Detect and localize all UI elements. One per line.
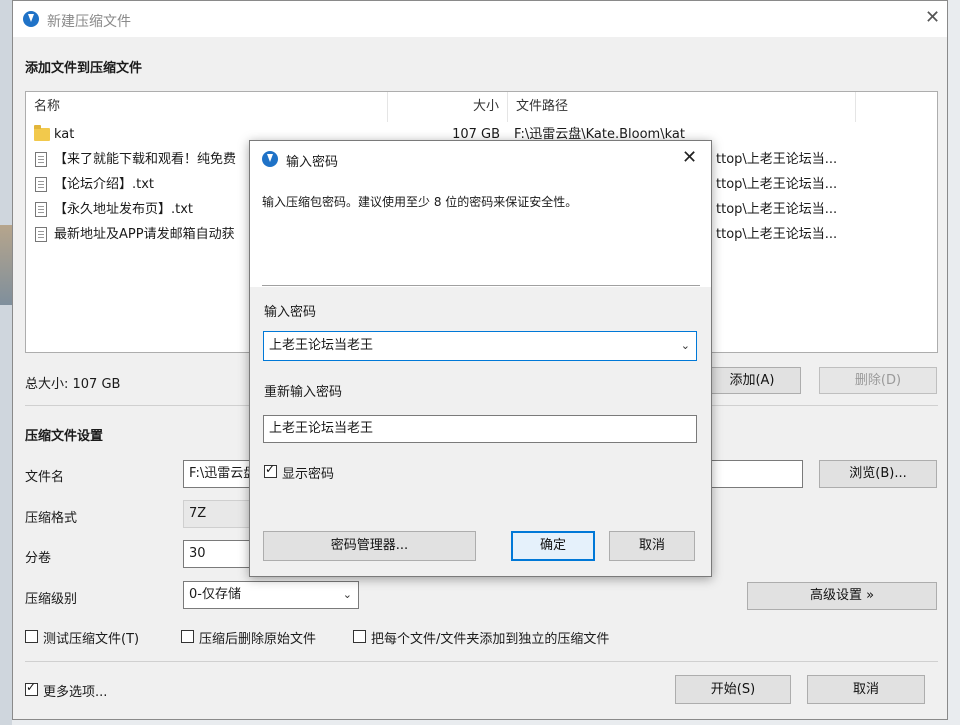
column-header-size[interactable]: 大小: [388, 92, 508, 122]
more-options-checkbox[interactable]: [25, 680, 38, 696]
close-icon[interactable]: ✕: [682, 147, 697, 168]
password-dialog: 输入密码 ✕ 输入压缩包密码。建议使用至少 8 位的密码来保证安全性。 输入密码…: [249, 140, 712, 577]
app-logo-icon: [23, 11, 39, 27]
filename-label: 文件名: [25, 470, 65, 485]
delete-originals-label: 压缩后删除原始文件: [199, 632, 317, 647]
dialog-description: 输入压缩包密码。建议使用至少 8 位的密码来保证安全性。: [262, 195, 578, 209]
more-options-label: 更多选项...: [43, 685, 108, 700]
file-path: ttop\上老王论坛当...: [716, 177, 838, 192]
add-files-heading: 添加文件到压缩文件: [25, 61, 143, 76]
confirm-password-label: 重新输入密码: [264, 385, 343, 400]
folder-icon: [34, 125, 50, 141]
desktop-background: [0, 0, 12, 725]
level-label: 压缩级别: [25, 592, 78, 607]
password-input[interactable]: 上老王论坛当老王 ⌄: [263, 331, 697, 361]
password-manager-button[interactable]: 密码管理器...: [263, 531, 476, 561]
window-title: 新建压缩文件: [47, 14, 131, 30]
show-password-label: 显示密码: [282, 467, 335, 482]
title-bar[interactable]: 新建压缩文件 ✕: [13, 1, 947, 37]
app-logo-icon: [262, 151, 278, 167]
test-archive-checkbox[interactable]: [25, 630, 38, 643]
file-name: 【来了就能下载和观看！纯免费: [54, 152, 237, 167]
dialog-divider: [262, 285, 700, 286]
ok-button[interactable]: 确定: [511, 531, 595, 561]
chevron-down-icon[interactable]: ⌄: [681, 332, 690, 360]
file-name: 最新地址及APP请发邮箱自动获: [54, 227, 235, 242]
column-header-name[interactable]: 名称: [26, 92, 388, 122]
format-label: 压缩格式: [25, 511, 78, 526]
cancel-button[interactable]: 取消: [807, 675, 925, 704]
confirm-password-input[interactable]: 上老王论坛当老王: [263, 415, 697, 443]
file-name: 【永久地址发布页】.txt: [54, 202, 194, 217]
dialog-title-bar[interactable]: 输入密码 ✕: [250, 141, 711, 177]
start-button[interactable]: 开始(S): [675, 675, 791, 704]
dialog-cancel-button[interactable]: 取消: [609, 531, 695, 561]
footer-divider: [25, 661, 938, 662]
file-name: 【论坛介绍】.txt: [54, 177, 155, 192]
text-file-icon: [35, 227, 47, 242]
text-file-icon: [35, 152, 47, 167]
show-password-checkbox[interactable]: [264, 462, 277, 478]
chevron-down-icon: ⌄: [342, 588, 352, 601]
password-label: 输入密码: [264, 305, 317, 320]
delete-button[interactable]: 删除(D): [819, 367, 937, 394]
file-path: ttop\上老王论坛当...: [716, 202, 838, 217]
compression-level-select[interactable]: 0-仅存储 ⌄: [183, 581, 359, 609]
password-value: 上老王论坛当老王: [269, 338, 374, 353]
test-archive-label: 测试压缩文件(T): [43, 632, 140, 647]
desktop-wallpaper-fragment: [0, 225, 12, 305]
file-path: ttop\上老王论坛当...: [716, 227, 838, 242]
browse-button[interactable]: 浏览(B)...: [819, 460, 937, 488]
text-file-icon: [35, 177, 47, 192]
separate-archives-label: 把每个文件/文件夹添加到独立的压缩文件: [371, 632, 610, 647]
dialog-description-area: 输入压缩包密码。建议使用至少 8 位的密码来保证安全性。: [250, 177, 711, 287]
text-file-icon: [35, 202, 47, 217]
add-button[interactable]: 添加(A): [703, 367, 801, 394]
dialog-title: 输入密码: [286, 155, 339, 170]
delete-originals-checkbox[interactable]: [181, 630, 194, 643]
advanced-settings-button[interactable]: 高级设置 »: [747, 582, 937, 610]
file-path: ttop\上老王论坛当...: [716, 152, 838, 167]
separate-archives-checkbox[interactable]: [353, 630, 366, 643]
total-size: 总大小: 107 GB: [25, 377, 121, 392]
column-header-path[interactable]: 文件路径: [508, 92, 856, 122]
split-label: 分卷: [25, 551, 52, 566]
close-icon[interactable]: ✕: [925, 7, 940, 28]
format-value: 7Z: [189, 506, 207, 521]
compression-level-value: 0-仅存储: [189, 587, 241, 602]
archive-settings-heading: 压缩文件设置: [25, 429, 104, 444]
